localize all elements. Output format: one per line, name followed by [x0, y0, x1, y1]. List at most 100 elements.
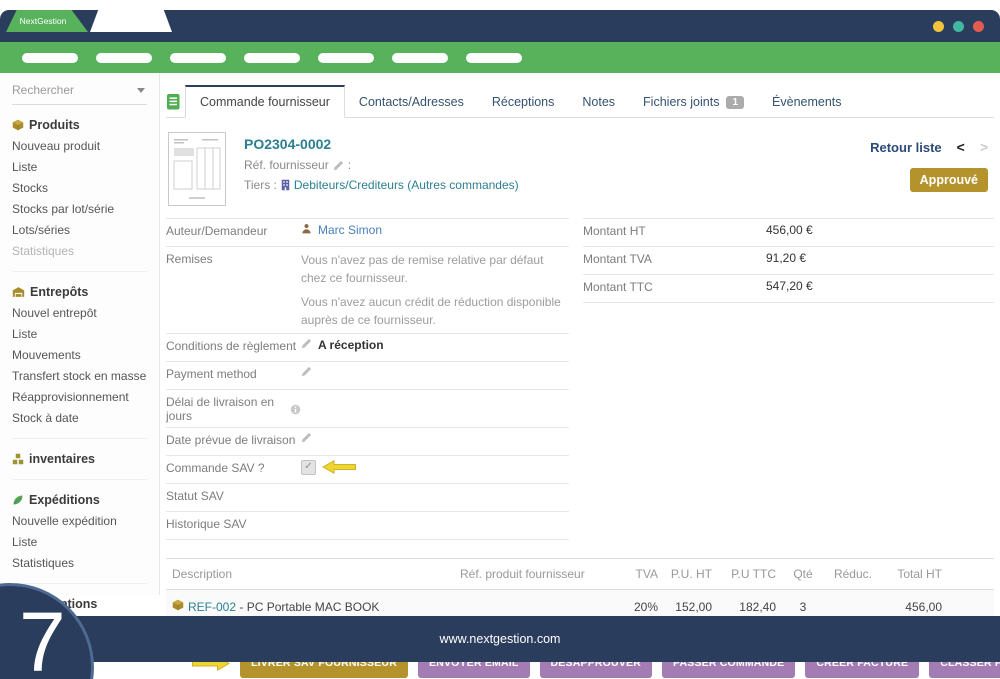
back-to-list-link[interactable]: Retour liste — [870, 140, 942, 155]
sidebar-search-select[interactable]: Rechercher — [12, 83, 147, 105]
tab-fichiers-joints[interactable]: Fichiers joints1 — [629, 87, 758, 117]
order-lines-table: DescriptionRéf. produit fournisseurTVAP.… — [166, 558, 994, 624]
pencil-icon[interactable] — [301, 338, 312, 349]
window-close-button[interactable] — [973, 21, 984, 32]
sidebar-item-statistiques[interactable]: Statistiques — [12, 241, 147, 262]
summary-label: Montant TTC — [583, 279, 766, 294]
pencil-edit-icon[interactable] — [333, 160, 344, 171]
building-icon — [281, 179, 290, 191]
field-label: Conditions de règlement — [166, 338, 301, 353]
person-icon — [301, 223, 312, 234]
sidebar-item-stocks[interactable]: Stocks — [12, 178, 147, 199]
tab-commande-fournisseur[interactable]: Commande fournisseur — [185, 85, 345, 118]
sidebar-item-transfert-stock-en-masse[interactable]: Transfert stock en masse — [12, 366, 147, 387]
sidebar-section-label: inventaires — [29, 452, 95, 466]
author-link[interactable]: Marc Simon — [318, 223, 382, 237]
back-row: Retour liste < > — [870, 139, 988, 155]
pencil-icon[interactable] — [301, 432, 312, 443]
tab-evenements[interactable]: Évènements — [758, 87, 855, 117]
field-label-text: Date prévue de livraison — [166, 433, 295, 447]
sidebar-section-title-expeditions[interactable]: Expéditions — [12, 493, 147, 507]
next-record-chevron[interactable]: > — [980, 139, 988, 155]
fields-area: Auteur/DemandeurMarc SimonRemisesVous n'… — [166, 218, 994, 540]
tiers-link[interactable]: Debiteurs/Crediteurs (Autres commandes) — [294, 178, 519, 192]
document-header: PO2304-0002 Réf. fournisseur : Tiers : D… — [168, 132, 988, 206]
tab-label: Commande fournisseur — [200, 95, 330, 109]
nav-pill-placeholder[interactable] — [96, 53, 152, 63]
product-name: - PC Portable MAC BOOK — [236, 600, 379, 614]
brand-name: NextGestion — [20, 16, 67, 26]
info-icon — [290, 404, 301, 415]
sav-checkbox[interactable]: ✓ — [301, 460, 316, 475]
titlebar-tab-placeholder — [90, 10, 172, 32]
nav-pill-placeholder[interactable] — [170, 53, 226, 63]
details-column: Auteur/DemandeurMarc SimonRemisesVous n'… — [166, 218, 569, 540]
warehouse-icon — [12, 286, 25, 298]
column-header-ref-produit-fournisseur: Réf. produit fournisseur — [454, 559, 614, 590]
field-label: Remises — [166, 251, 301, 266]
sidebar-item-nouvelle-expedition[interactable]: Nouvelle expédition — [12, 511, 147, 532]
window-maximize-button[interactable] — [953, 21, 964, 32]
sidebar-item-mouvements[interactable]: Mouvements — [12, 345, 147, 366]
amounts-column: Montant HT456,00 €Montant TVA91,20 €Mont… — [583, 218, 994, 303]
package-icon — [172, 599, 184, 611]
nav-pill-placeholder[interactable] — [22, 53, 78, 63]
column-header-spacer — [948, 559, 994, 590]
field-row-date-prevue-de-livraison: Date prévue de livraison — [166, 428, 569, 456]
previous-record-chevron[interactable]: < — [957, 139, 965, 155]
field-row-payment-method: Payment method — [166, 362, 569, 390]
status-badge[interactable]: Approuvé — [910, 168, 988, 192]
sidebar-item-liste[interactable]: Liste — [12, 532, 147, 553]
products-box-icon — [12, 119, 24, 131]
search-placeholder: Rechercher — [12, 83, 74, 97]
field-label: Historique SAV — [166, 516, 301, 531]
sidebar-section-label: Expéditions — [29, 493, 100, 507]
field-label-text: Historique SAV — [166, 517, 246, 531]
tab-label: Réceptions — [492, 95, 555, 109]
nav-pill-placeholder[interactable] — [318, 53, 374, 63]
sidebar-item-liste[interactable]: Liste — [12, 324, 147, 345]
spreadsheet-icon — [167, 94, 180, 110]
pencil-icon[interactable] — [301, 366, 312, 377]
sidebar-item-stocks-par-lot-serie[interactable]: Stocks par lot/série — [12, 199, 147, 220]
product-ref-link[interactable]: REF-002 — [188, 600, 236, 614]
remises-note: Vous n'avez pas de remise relative par d… — [301, 251, 569, 287]
field-row-delai-de-livraison-en-jours: Délai de livraison en jours — [166, 390, 569, 428]
field-label-text: Payment method — [166, 367, 257, 381]
field-value: ✓ — [301, 460, 569, 475]
sidebar-section-label: Produits — [29, 118, 80, 132]
summary-amount: 91,20 € — [766, 251, 806, 265]
field-label: Commande SAV ? — [166, 460, 301, 475]
footer-url: www.nextgestion.com — [440, 632, 561, 646]
sidebar-section-title-produits[interactable]: Produits — [12, 118, 147, 132]
sidebar-item-liste[interactable]: Liste — [12, 157, 147, 178]
tab-badge: 1 — [726, 96, 744, 109]
tab-contacts-adresses[interactable]: Contacts/Adresses — [345, 87, 478, 117]
field-value: Marc Simon — [301, 223, 569, 237]
po-number[interactable]: PO2304-0002 — [244, 136, 870, 152]
field-row-commande-sav: Commande SAV ?✓ — [166, 456, 569, 484]
inventory-icon — [12, 453, 24, 465]
field-row-historique-sav: Historique SAV — [166, 512, 569, 540]
sidebar-item-lots-series[interactable]: Lots/séries — [12, 220, 147, 241]
sidebar-item-statistiques[interactable]: Statistiques — [12, 553, 147, 574]
footer: www.nextgestion.com — [0, 616, 1000, 662]
field-row-conditions-de-reglement: Conditions de règlementA réception — [166, 334, 569, 362]
nav-pill-placeholder[interactable] — [392, 53, 448, 63]
tab-label: Notes — [582, 95, 615, 109]
tab-notes[interactable]: Notes — [568, 87, 629, 117]
sidebar-item-stock-a-date[interactable]: Stock à date — [12, 408, 147, 429]
sidebar-item-nouvel-entrepot[interactable]: Nouvel entrepôt — [12, 303, 147, 324]
sidebar-section-title-inventaires[interactable]: inventaires — [12, 452, 147, 466]
sidebar-section-title-entrepots[interactable]: Entrepôts — [12, 285, 147, 299]
nav-pill-placeholder[interactable] — [466, 53, 522, 63]
field-label: Date prévue de livraison — [166, 432, 301, 447]
nav-pill-placeholder[interactable] — [244, 53, 300, 63]
sidebar-item-reapprovisionnement[interactable]: Réapprovisionnement — [12, 387, 147, 408]
tab-receptions[interactable]: Réceptions — [478, 87, 569, 117]
sidebar-item-nouveau-produit[interactable]: Nouveau produit — [12, 136, 147, 157]
tab-label: Évènements — [772, 95, 841, 109]
window-minimize-button[interactable] — [933, 21, 944, 32]
document-thumbnail[interactable] — [168, 132, 226, 206]
tab-label: Contacts/Adresses — [359, 95, 464, 109]
